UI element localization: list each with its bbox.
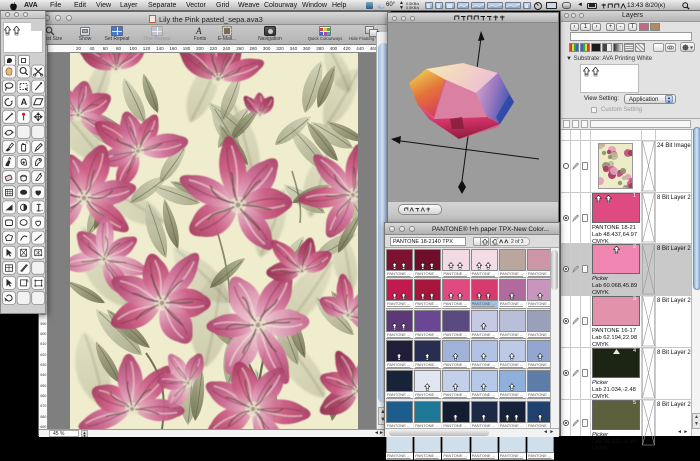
svg-text:A: A — [21, 97, 28, 107]
